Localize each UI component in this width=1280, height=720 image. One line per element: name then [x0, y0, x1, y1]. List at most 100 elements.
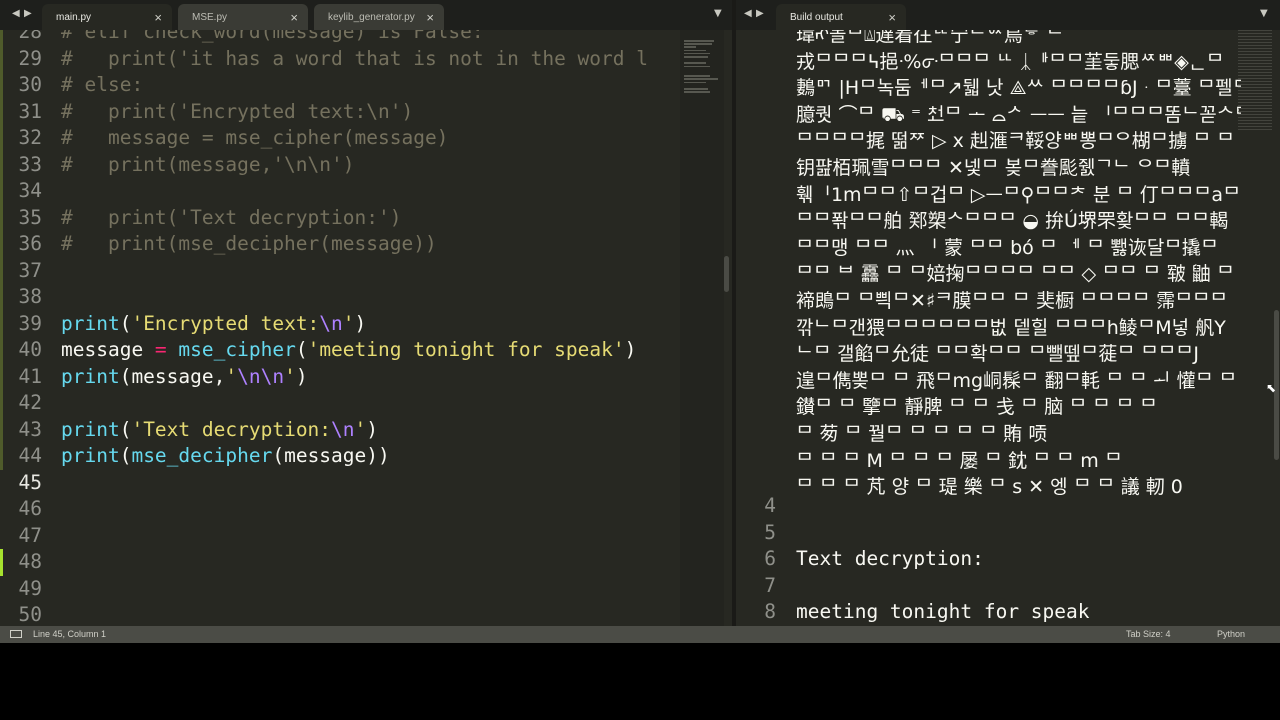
code-token: 'Encrypted text: [131, 311, 320, 335]
code-token: 'Text decryption: [131, 417, 332, 441]
code-editor[interactable]: 28 # elif check_word(message) is False: 29… [0, 30, 732, 626]
code-line[interactable]: 33 # print(message,'\n\n') [0, 152, 680, 179]
tab-nav-right-icon[interactable]: ▶ [24, 8, 32, 19]
line-number: 6 [764, 547, 776, 570]
change-gutter-marker [0, 30, 3, 470]
code-token: = [154, 338, 167, 361]
code-line[interactable]: 43 print('Text decryption:\n') [0, 417, 680, 444]
minimap-line [684, 91, 710, 93]
line-number: 29 [18, 46, 42, 70]
tab-main-py[interactable]: main.py × [42, 4, 172, 30]
line-number: 50 [18, 603, 42, 626]
minimap-line [684, 52, 710, 55]
chevron-down-icon[interactable]: ▼ [714, 8, 722, 19]
tab-nav-left-icon[interactable]: ◀ [12, 8, 20, 19]
code-line[interactable]: 32 # message = mse_cipher(message) [0, 125, 680, 152]
code-line[interactable]: 50 [0, 602, 680, 626]
code-line[interactable]: 40 message = mse_cipher('meeting tonight … [0, 337, 680, 364]
output-line: 鑚ᄆ ᄆ 擥ᄆ 靜脾 ᄆ ᄆ 戋 ᄆ 脑 ᄆ ᄆ ᄆ ᄆ [796, 396, 1158, 419]
code-line[interactable]: 31 # print('Encrypted text:\n') [0, 99, 680, 126]
minimap-line [684, 46, 696, 48]
line-number: 48 [18, 550, 42, 573]
code-line[interactable]: 47 [0, 523, 680, 550]
code-line[interactable]: 48 [0, 549, 680, 576]
tab-nav-right-icon[interactable]: ▶ [756, 8, 764, 19]
code-line[interactable]: 30 # else: [0, 72, 680, 99]
tab-label: keylib_generator.py [328, 12, 415, 23]
code-token: # else: [61, 73, 144, 96]
close-icon[interactable]: × [154, 10, 162, 25]
output-line: ᄆᄆ맹 ᄆᄆ 灬 ᅵ 蒙 ᄆᄆ bó ᄆ ᅦ ᄆ 뾇诙달ᄆ撬ᄆ [796, 236, 1219, 259]
close-icon[interactable]: × [290, 10, 298, 25]
code-token: (message, [119, 364, 226, 388]
code-line[interactable]: 38 [0, 284, 680, 311]
close-icon[interactable]: × [888, 10, 896, 25]
output-line: 戎ᄆᄆᄆ߆挹ᐧ%ᣇᄆᄆᄆ ᄔ ᛣᆘᄆᄆ茥둫腮ᄶᄈ◈ᆫᄆ [796, 50, 1224, 73]
output-numbered-line: 4 [736, 493, 1256, 520]
code-line[interactable]: 37 [0, 258, 680, 285]
output-line: 褅鵖ᄆ ᄆ쁵ᄆ✕♯ᄏ膜ᄆᄆ ᄆ 奜橱 ᄆᄆᄆᄆ 霈ᄆᄆᄆ [796, 289, 1228, 312]
minimap-line [684, 43, 712, 45]
line-number: 46 [18, 497, 42, 520]
panel-toggle-icon[interactable] [10, 630, 22, 638]
line-number: 28 [18, 30, 42, 43]
code-text: message = mse_cipher('meeting tonight fo… [61, 337, 636, 364]
tab-label: Build output [790, 12, 843, 23]
code-token: ' [342, 311, 355, 335]
build-output-panel[interactable]: 瑋ᡊ놀ᄆ⍍遅着往ᄕ宁ᄃᅈ鳥ᄛ ᄃ 戎ᄆᄆᄆ߆挹ᐧ%ᣇᄆᄆᄆ ᄔ ᛣᆘᄆᄆ茥둫腮ᄶᄈ… [736, 30, 1280, 626]
cursor-position: Line 45, Column 1 [33, 629, 107, 639]
code-line[interactable]: 45 [0, 470, 680, 497]
close-icon[interactable]: × [426, 10, 434, 25]
minimap-line [684, 78, 718, 80]
code-token: print [61, 444, 120, 467]
code-text: # print('it has a word that is not in th… [61, 46, 648, 73]
code-line[interactable]: 46 [0, 496, 680, 523]
chevron-down-icon[interactable]: ▼ [1260, 8, 1268, 19]
code-line[interactable]: 44 print(mse_decipher(message)) [0, 443, 680, 470]
syntax-indicator[interactable]: Python [1217, 629, 1245, 639]
line-number: 41 [18, 364, 42, 388]
vertical-scrollbar[interactable] [724, 256, 729, 292]
encrypted-output-text: 瑋ᡊ놀ᄆ⍍遅着往ᄕ宁ᄃᅈ鳥ᄛ ᄃ 戎ᄆᄆᄆ߆挹ᐧ%ᣇᄆᄆᄆ ᄔ ᛣᆘᄆᄆ茥둫腮ᄶᄈ… [796, 30, 1241, 501]
line-number: 8 [764, 600, 776, 623]
code-token: \n [319, 311, 343, 335]
minimap-line [684, 56, 708, 58]
code-token: # print('Encrypted text:\n') [61, 99, 414, 123]
tab-mse-py[interactable]: MSE.py × [178, 4, 308, 30]
code-line[interactable]: 49 [0, 576, 680, 603]
output-line: ᄆ 茐 ᄆ 꿜ᄆ ᄆ ᄆ ᄆ ᄆ 賄 唝 [796, 422, 1048, 445]
tab-nav-left-icon[interactable]: ◀ [744, 8, 752, 19]
code-line[interactable]: 39 print('Encrypted text:\n') [0, 311, 680, 338]
code-line[interactable]: 42 [0, 390, 680, 417]
line-number: 39 [18, 311, 42, 335]
line-number: 36 [18, 232, 42, 255]
tab-build-output[interactable]: Build output × [776, 4, 906, 30]
status-bar: Line 45, Column 1 Tab Size: 4 Python [0, 626, 1280, 643]
code-line[interactable]: 34 [0, 178, 680, 205]
minimap-line [684, 40, 714, 42]
code-text: # elif check_word(message) is False: [61, 30, 484, 46]
minimap[interactable] [680, 30, 724, 626]
line-number: 30 [18, 73, 42, 96]
tab-keylib-generator-py[interactable]: keylib_generator.py × [314, 4, 444, 30]
code-text: # print(mse_decipher(message)) [61, 231, 437, 258]
output-numbered-line: 7 [736, 573, 1256, 600]
output-minimap[interactable] [1238, 30, 1272, 130]
editor-tab-bar: ◀ ▶ main.py × MSE.py × keylib_generator.… [0, 0, 734, 30]
minimap-line [684, 81, 706, 84]
tab-size-indicator[interactable]: Tab Size: 4 [1126, 629, 1171, 639]
code-line[interactable]: 41 print(message,'\n\n') [0, 364, 680, 391]
code-token: \n\n [237, 364, 285, 388]
code-line[interactable]: 35 # print('Text decryption:') [0, 205, 680, 232]
code-line[interactable]: 28 # elif check_word(message) is False: [0, 30, 680, 46]
output-line: ᄆ ᄆ ᄆ M ᄆ ᄆ ᄆ 屡 ᄆ 鈂 ᄆ ᄆ m ᄆ [796, 449, 1123, 472]
line-number: 31 [18, 99, 42, 123]
output-line: 瑋ᡊ놀ᄆ⍍遅着往ᄕ宁ᄃᅈ鳥ᄛ ᄃ [796, 30, 1064, 46]
modified-line-marker [0, 549, 3, 576]
code-line[interactable]: 29 # print('it has a word that is not in … [0, 46, 680, 73]
code-line[interactable]: 36 # print(mse_decipher(message)) [0, 231, 680, 258]
line-number: 49 [18, 576, 42, 600]
output-tab-bar: ◀ ▶ Build output × ▼ [736, 0, 1280, 30]
code-token: ) [624, 338, 637, 361]
output-line: ᄂᄆ 갤餡ᄆ允徒 ᄆᄆ확ᄆᄆ ᄆ뺄뗖ᄆ蓰ᄆ ᄆᄆᄆJ [796, 343, 1199, 366]
